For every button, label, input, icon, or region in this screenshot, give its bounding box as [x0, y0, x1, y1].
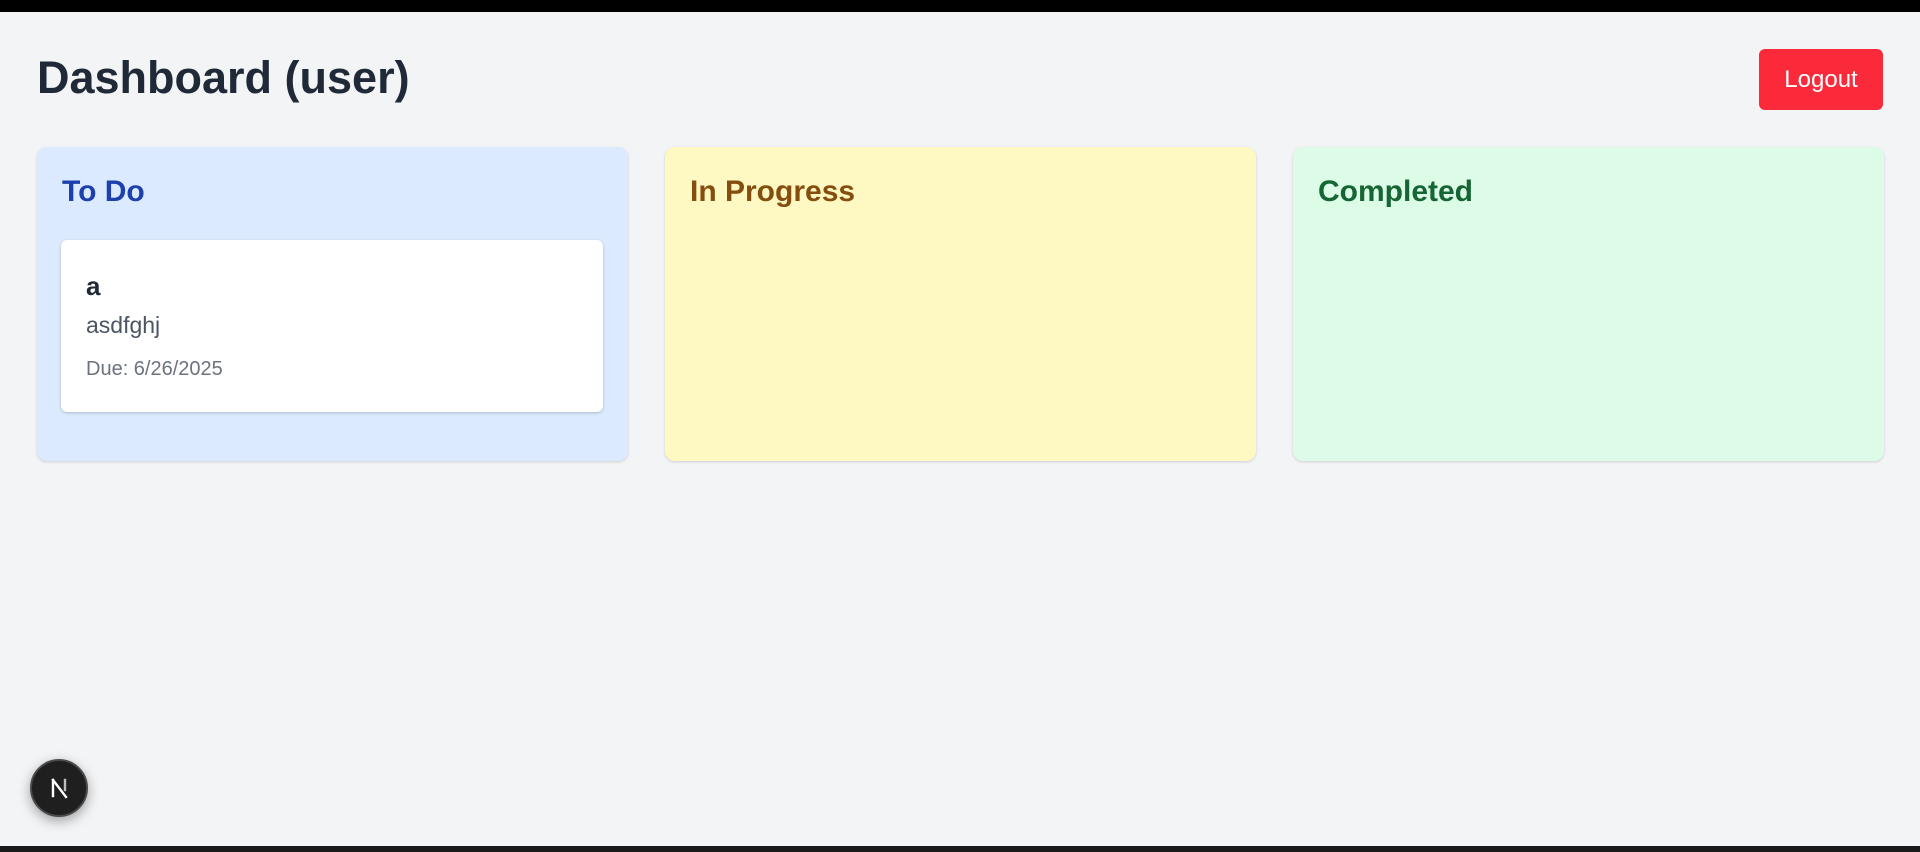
nextjs-dev-tools-button[interactable] [30, 759, 88, 817]
window-bottom-edge [0, 846, 1920, 852]
column-in-progress[interactable]: In Progress [665, 147, 1256, 461]
logout-button[interactable]: Logout [1759, 49, 1883, 110]
column-title-completed: Completed [1318, 175, 1474, 208]
kanban-board: To Do a asdfghj Due: 6/26/2025 In Progre… [37, 147, 1884, 461]
dashboard-header: Dashboard (user) Logout [37, 48, 1883, 110]
task-due-date: Due: 6/26/2025 [86, 358, 223, 380]
nextjs-logo-icon [46, 775, 72, 801]
column-title-todo: To Do [62, 175, 145, 208]
column-todo[interactable]: To Do a asdfghj Due: 6/26/2025 [37, 147, 628, 461]
column-completed[interactable]: Completed [1293, 147, 1884, 461]
task-card[interactable]: a asdfghj Due: 6/26/2025 [61, 240, 603, 412]
task-title: a [86, 271, 101, 301]
column-title-in-progress: In Progress [690, 175, 856, 208]
page-title: Dashboard (user) [37, 52, 410, 103]
task-description: asdfghj [86, 312, 161, 338]
